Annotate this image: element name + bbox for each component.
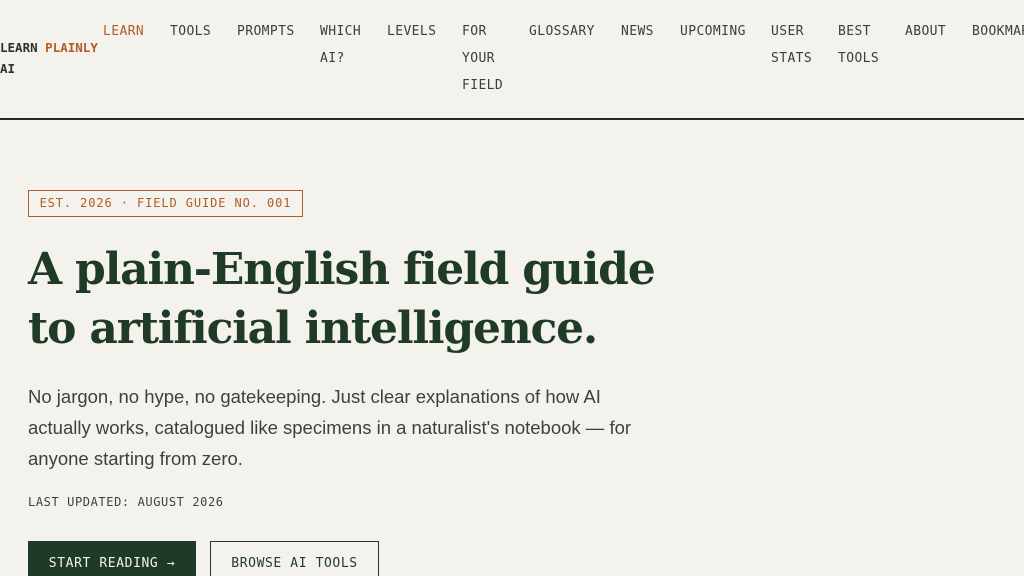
nav-levels[interactable]: LEVELS bbox=[387, 18, 436, 45]
nav-upcoming[interactable]: UPCOMING bbox=[680, 18, 746, 45]
nav-tools[interactable]: TOOLS bbox=[170, 18, 211, 45]
nav-which-ai[interactable]: WHICH AI? bbox=[320, 18, 372, 72]
nav-for-your-field[interactable]: FOR YOUR FIELD bbox=[462, 18, 514, 99]
site-header: LEARN PLAINLY AI LEARN TOOLS PROMPTS WHI… bbox=[0, 0, 1024, 120]
edition-badge: EST. 2026 · FIELD GUIDE NO. 001 bbox=[28, 190, 303, 217]
nav-learn[interactable]: LEARN bbox=[103, 18, 144, 45]
last-updated-value: August 2026 bbox=[137, 495, 224, 509]
nav-about[interactable]: ABOUT bbox=[905, 18, 946, 45]
nav-glossary[interactable]: GLOSSARY bbox=[529, 18, 595, 45]
logo-word-learn: LEARN bbox=[0, 40, 38, 55]
nav-prompts[interactable]: PROMPTS bbox=[237, 18, 295, 45]
start-reading-button[interactable]: START READING → bbox=[28, 541, 196, 576]
nav-bookmarks[interactable]: BOOKMARKS bbox=[972, 18, 1024, 45]
logo-word-ai: AI bbox=[0, 61, 16, 76]
nav-user-stats[interactable]: USER STATS bbox=[771, 18, 823, 72]
nav-best-tools[interactable]: BEST TOOLS bbox=[838, 18, 890, 72]
logo-word-plainly: PLAINLY bbox=[45, 40, 98, 55]
hero-title: A plain-English field guide to artificia… bbox=[28, 244, 656, 354]
browse-ai-tools-button[interactable]: BROWSE AI TOOLS bbox=[210, 541, 379, 576]
hero-lead: No jargon, no hype, no gatekeeping. Just… bbox=[28, 386, 632, 469]
nav-news[interactable]: NEWS bbox=[621, 18, 654, 45]
site-logo[interactable]: LEARN PLAINLY AI bbox=[0, 37, 104, 79]
last-updated: LAST UPDATED: August 2026 bbox=[28, 495, 224, 509]
last-updated-label: LAST UPDATED: bbox=[28, 495, 130, 509]
